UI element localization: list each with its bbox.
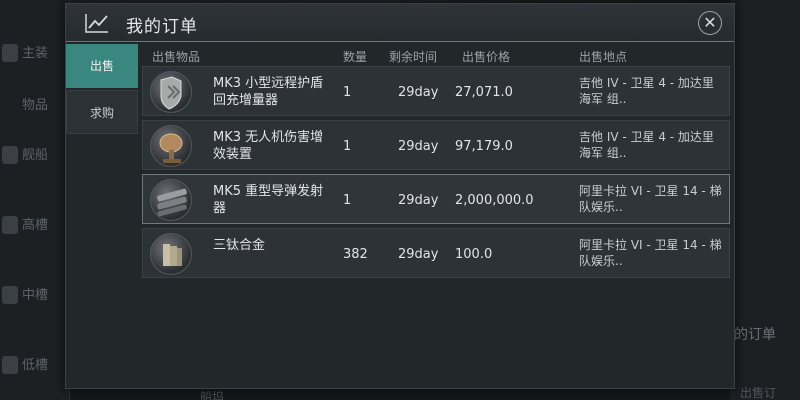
- bg-bottom-text: 船坞: [200, 390, 225, 400]
- order-row[interactable]: MK3 无人机伤害增效装置 1 29day 97,179.0 吉他 IV - 卫…: [142, 120, 730, 170]
- column-header-price: 出售价格: [462, 50, 511, 64]
- tab-sell[interactable]: 出售: [66, 44, 138, 88]
- item-name: MK3 小型远程护盾回充增量器: [213, 76, 324, 108]
- order-row[interactable]: MK3 小型远程护盾回充增量器 1 29day 27,071.0 吉他 IV -…: [142, 66, 730, 116]
- column-header-time-left: 剩余时间: [389, 50, 438, 64]
- bg-item-3: 高槽: [0, 206, 70, 246]
- drone-damage-icon: [150, 125, 192, 167]
- item-time-left: 29day: [398, 247, 439, 262]
- item-quantity: 382: [343, 247, 368, 262]
- column-header-quantity: 数量: [343, 50, 368, 64]
- item-price: 97,179.0: [455, 139, 513, 154]
- item-time-left: 29day: [398, 85, 439, 100]
- item-name: MK3 无人机伤害增效装置: [213, 130, 324, 162]
- my-orders-dialog: 我的订单 ✕ 出售 求购 出售物品 数量 剩余时间 出售价格 出售地点 MK3 …: [65, 3, 735, 389]
- bg-sell-orders-text: 出售订: [740, 386, 777, 400]
- dialog-title: 我的订单: [126, 17, 198, 37]
- order-row[interactable]: MK5 重型导弹发射器 1 29day 2,000,000.0 阿里卡拉 VI …: [142, 174, 730, 224]
- tab-buy[interactable]: 求购: [66, 90, 138, 134]
- item-location: 阿里卡拉 VI - 卫星 14 - 梯队娱乐..: [579, 238, 722, 268]
- item-name: MK5 重型导弹发射器: [213, 184, 324, 216]
- item-price: 27,071.0: [455, 85, 513, 100]
- item-location: 阿里卡拉 VI - 卫星 14 - 梯队娱乐..: [579, 184, 722, 214]
- background-sidebar: 主装 物品 舰船 高槽 中槽 低槽: [0, 0, 70, 400]
- order-row[interactable]: 三钛合金 382 29day 100.0 阿里卡拉 VI - 卫星 14 - 梯…: [142, 228, 730, 278]
- item-location: 吉他 IV - 卫星 4 - 加达里海军 组..: [579, 76, 714, 106]
- bg-item-2: 舰船: [0, 136, 70, 176]
- item-time-left: 29day: [398, 193, 439, 208]
- bg-item-1: 物品: [22, 98, 49, 113]
- item-quantity: 1: [343, 193, 352, 208]
- item-location: 吉他 IV - 卫星 4 - 加达里海军 组..: [579, 130, 714, 160]
- item-price: 2,000,000.0: [455, 193, 534, 208]
- dialog-header: 我的订单 ✕: [66, 4, 734, 42]
- close-button[interactable]: ✕: [698, 11, 722, 35]
- bg-item-5: 低槽: [0, 346, 70, 386]
- missile-launcher-icon: [150, 179, 192, 221]
- column-header-item: 出售物品: [152, 50, 201, 64]
- shield-booster-icon: [150, 71, 192, 113]
- item-quantity: 1: [343, 139, 352, 154]
- bg-item-4: 中槽: [0, 276, 70, 316]
- tritanium-icon: [150, 233, 192, 275]
- chart-line-icon: [85, 14, 108, 33]
- bg-my-orders-text: 的订单: [734, 327, 776, 343]
- item-time-left: 29day: [398, 139, 439, 154]
- item-quantity: 1: [343, 85, 352, 100]
- bg-item-0: 主装: [0, 34, 70, 74]
- item-price: 100.0: [455, 247, 493, 262]
- item-name: 三钛合金: [213, 238, 266, 253]
- column-header-location: 出售地点: [579, 50, 628, 64]
